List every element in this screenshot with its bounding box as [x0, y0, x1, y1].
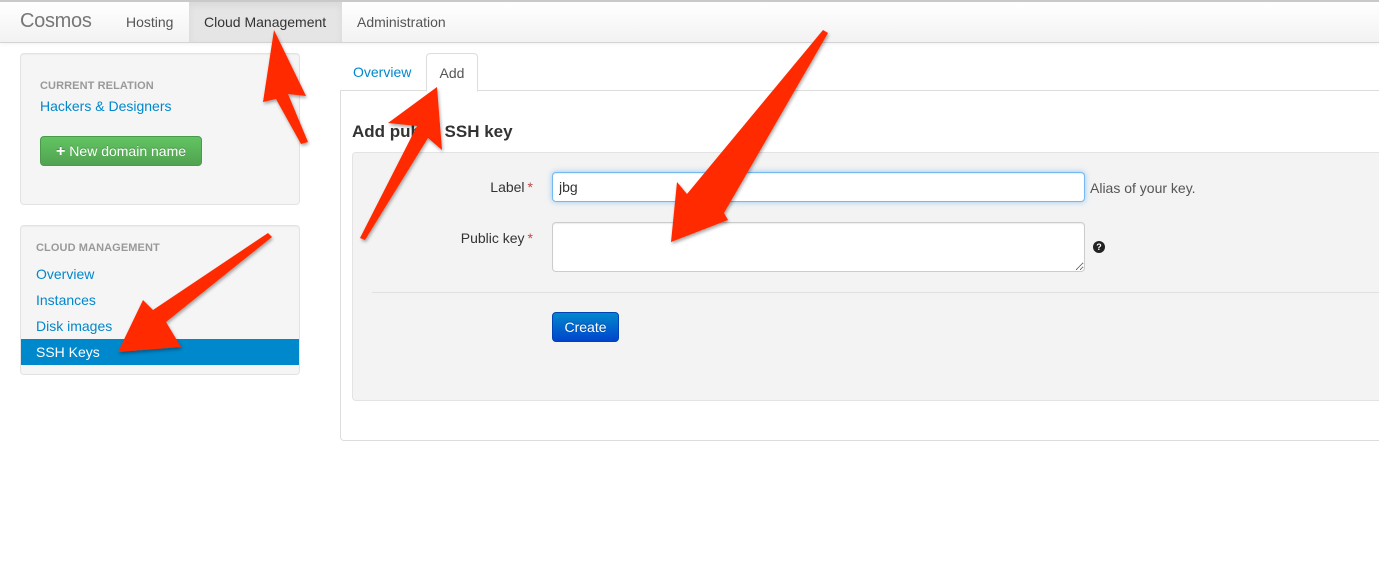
- tab-add[interactable]: Add: [426, 53, 478, 92]
- nav-item-hosting[interactable]: Hosting: [111, 2, 188, 42]
- cloud-management-panel: CLOUD MANAGEMENT Overview Instances Disk…: [20, 225, 300, 375]
- label-field-label: Label *: [353, 179, 533, 195]
- create-button[interactable]: Create: [552, 312, 619, 342]
- sidebar-item-overview[interactable]: Overview: [21, 261, 299, 287]
- plus-icon: +: [55, 143, 66, 160]
- add-ssh-key-pane: Add public SSH key Label* Alias of your …: [340, 90, 1379, 441]
- sidebar-item-instances[interactable]: Instances: [21, 287, 299, 313]
- new-domain-name-button[interactable]: + New domain name: [40, 136, 202, 166]
- nav-item-administration[interactable]: Administration: [342, 2, 461, 42]
- cloud-management-nav: Overview Instances Disk images SSH Keys: [21, 261, 299, 365]
- cloud-management-header: CLOUD MANAGEMENT: [36, 242, 160, 254]
- form-title: Add public SSH key: [352, 122, 513, 141]
- label-help-text: Alias of your key.: [1090, 180, 1196, 196]
- nav-item-cloud-management[interactable]: Cloud Management: [189, 2, 342, 42]
- public-key-field-label-text: Public key: [460, 230, 525, 246]
- content-tabs: Overview Add: [340, 53, 1379, 92]
- label-field-label-text: Label: [490, 179, 525, 195]
- public-key-field-label: Public key *: [353, 230, 533, 246]
- question-circle-icon[interactable]: ?: [1093, 241, 1105, 253]
- add-ssh-key-form: Label* Alias of your key. Public key* ? …: [352, 152, 1379, 401]
- label-input[interactable]: [552, 172, 1085, 202]
- sidebar-item-disk-images[interactable]: Disk images: [21, 313, 299, 339]
- brand-logo[interactable]: Cosmos: [20, 10, 92, 33]
- current-relation-header: CURRENT RELATION: [40, 80, 154, 92]
- sidebar-item-ssh-keys[interactable]: SSH Keys: [21, 339, 299, 365]
- tab-overview[interactable]: Overview: [340, 53, 424, 91]
- current-relation-panel: CURRENT RELATION Hackers & Designers + Ne…: [20, 53, 300, 205]
- top-navbar: Cosmos Hosting Cloud Management Administ…: [0, 0, 1379, 43]
- required-marker: *: [527, 230, 533, 246]
- current-relation-link[interactable]: Hackers & Designers: [40, 98, 172, 114]
- required-marker: *: [527, 179, 533, 195]
- new-domain-name-label: New domain name: [69, 143, 187, 159]
- form-actions-divider: [372, 292, 1379, 293]
- public-key-textarea[interactable]: [552, 222, 1085, 272]
